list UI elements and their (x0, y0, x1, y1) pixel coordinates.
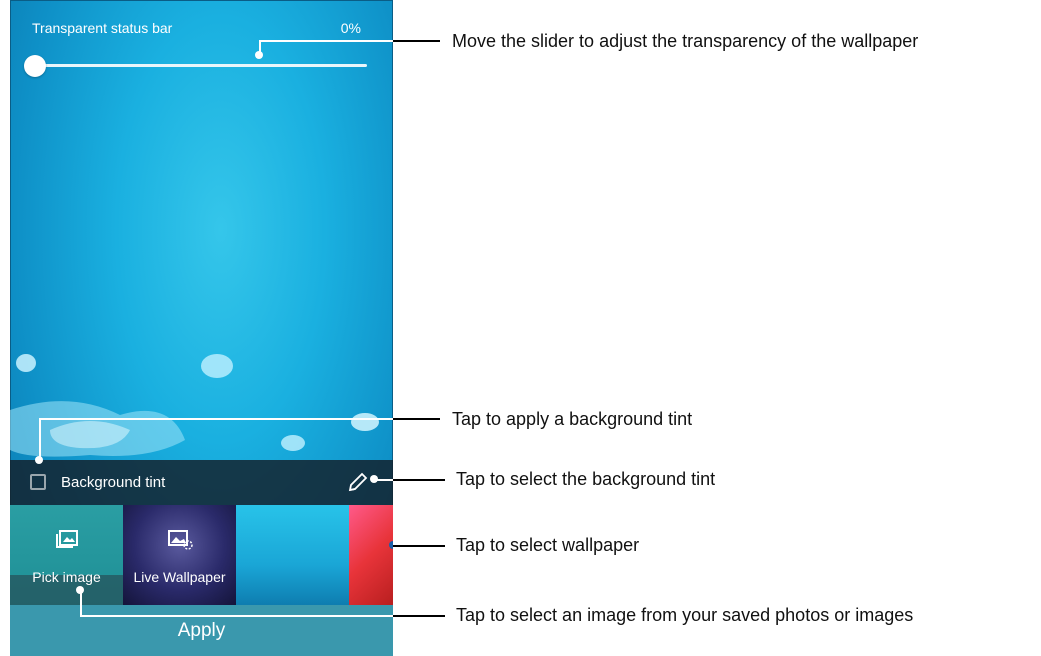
wallpaper-thumbnail-water[interactable] (236, 505, 349, 605)
callout-dot-pick (76, 586, 84, 594)
pick-image-thumbnail[interactable]: Pick image (10, 505, 123, 605)
wallpaper-thumbnail-red[interactable] (349, 505, 393, 605)
background-tint-label: Background tint (61, 474, 166, 491)
transparency-slider-track[interactable] (35, 64, 367, 67)
live-wallpaper-icon (167, 530, 193, 550)
callout-line-edit (393, 479, 445, 481)
gallery-icon (55, 530, 78, 548)
live-wallpaper-label: Live Wallpaper (133, 569, 226, 585)
pencil-icon[interactable] (347, 471, 369, 493)
callout-tint-apply-text: Tap to apply a background tint (452, 409, 693, 429)
callout-pick-image-text: Tap to select an image from your saved p… (456, 605, 914, 625)
apply-button[interactable]: Apply (10, 605, 393, 656)
callout-line-tint-inner (39, 418, 393, 420)
callout-dot-slider (255, 51, 263, 59)
water-drops-decoration (10, 354, 379, 457)
callout-line-pick-inner (80, 615, 393, 617)
pick-image-label: Pick image (32, 569, 101, 585)
live-wallpaper-thumbnail[interactable]: Live Wallpaper (123, 505, 236, 605)
wallpaper-settings-screen: Transparent status bar 0% Background tin… (10, 0, 393, 656)
background-tint-checkbox[interactable] (30, 474, 46, 490)
callout-line-slider-inner (259, 40, 393, 42)
wallpaper-thumbnails: Pick image Live Wallpaper (10, 505, 393, 605)
callout-line-slider (393, 40, 440, 42)
background-tint-bar: Background tint (10, 460, 393, 505)
callout-dot-edit (370, 475, 378, 483)
transparent-status-bar-label: Transparent status bar (32, 20, 173, 36)
callout-vline-tint (39, 418, 41, 460)
transparency-slider-thumb[interactable] (24, 55, 46, 77)
callout-slider-text: Move the slider to adjust the transparen… (452, 31, 919, 51)
callout-wallpaper-text: Tap to select wallpaper (456, 535, 640, 555)
callout-tint-select-text: Tap to select the background tint (456, 469, 716, 489)
callout-vline-pick (80, 590, 82, 617)
callout-line-wallpaper (393, 545, 445, 547)
callout-line-pick (393, 615, 445, 617)
transparency-value: 0% (340, 20, 361, 36)
callout-dot-tint (35, 456, 43, 464)
callout-line-tint (393, 418, 440, 420)
